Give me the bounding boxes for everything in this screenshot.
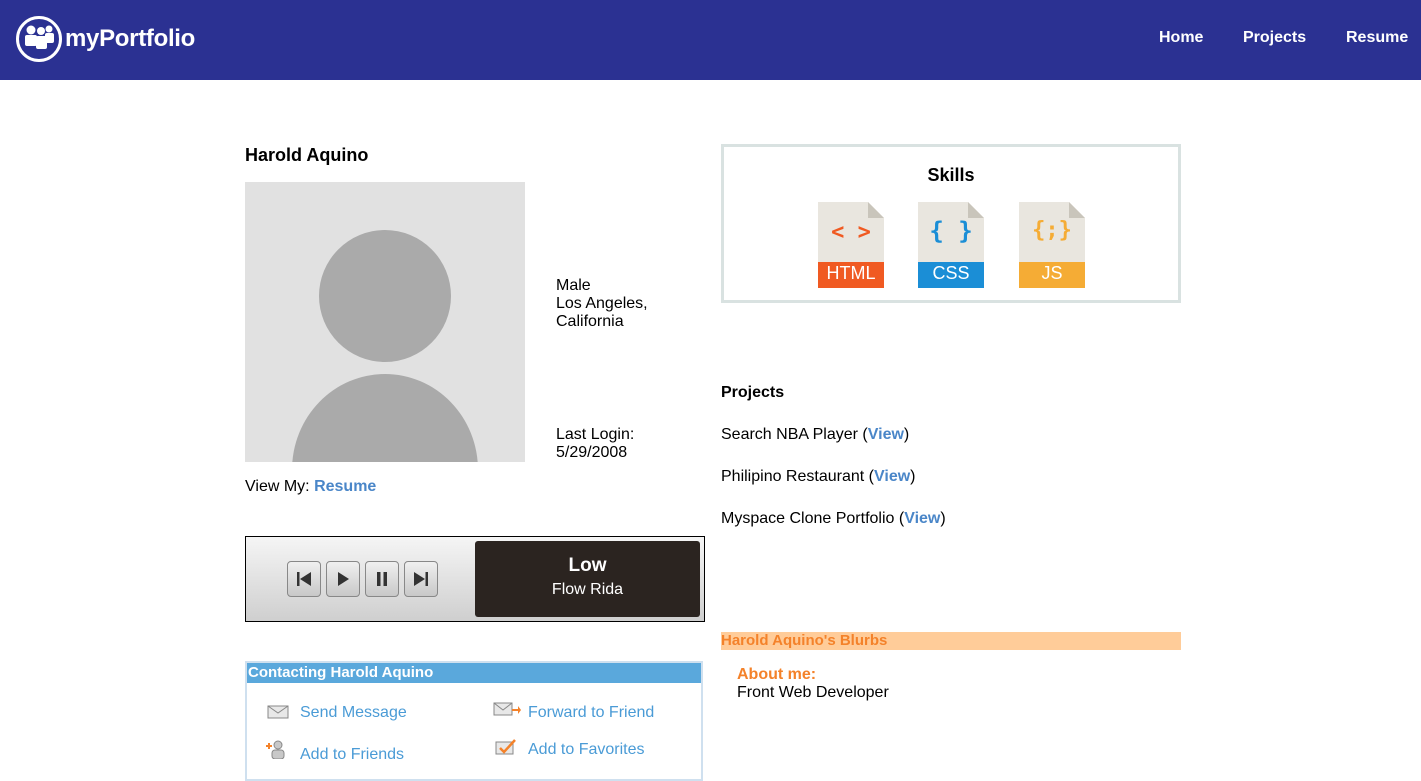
html-label: HTML (826, 263, 876, 283)
play-icon[interactable] (326, 561, 360, 597)
project-view-link[interactable]: View (874, 468, 910, 485)
project-item: Philipino Restaurant (View) (721, 468, 916, 485)
navbar: myPortfolio Home Projects Resume (0, 0, 1421, 80)
about-me-text: Front Web Developer (737, 684, 889, 701)
html-symbol: < > (831, 220, 871, 245)
resume-link[interactable]: Resume (314, 478, 376, 495)
previous-icon[interactable] (287, 561, 321, 597)
profile-gender: Male (556, 277, 591, 294)
song-artist: Flow Rida (551, 581, 624, 598)
project-view-link[interactable]: View (868, 426, 904, 443)
people-logo-icon (16, 16, 62, 62)
about-me-label: About me: (737, 666, 817, 683)
profile-city: Los Angeles, (556, 295, 648, 312)
css-file-icon: { } CSS (918, 202, 984, 288)
add-to-friends-link[interactable]: Add to Friends (300, 746, 404, 764)
js-label: JS (1041, 263, 1063, 283)
project-name: Philipino Restaurant (721, 468, 865, 485)
send-message-link[interactable]: Send Message (300, 704, 407, 722)
projects-title: Projects (721, 384, 785, 401)
js-symbol: {;} (1032, 218, 1072, 243)
song-title: Low (568, 555, 607, 576)
js-file-icon: {;} JS (1019, 202, 1085, 288)
profile-name: Harold Aquino (245, 145, 369, 165)
view-my-label: View My: (245, 478, 310, 495)
profile-state: California (556, 313, 624, 330)
project-item: Myspace Clone Portfolio (View) (721, 510, 946, 527)
forward-to-friend-link[interactable]: Forward to Friend (528, 704, 654, 722)
skills-box: Skills < > HTML { } CSS {;} JS (721, 144, 1181, 303)
nav-resume-link[interactable]: Resume (1346, 29, 1408, 47)
forward-envelope-icon (493, 701, 521, 722)
css-label: CSS (932, 263, 970, 283)
brand-name: myPortfolio (65, 25, 196, 52)
avatar-placeholder-icon (292, 230, 478, 462)
contact-box: Contacting Harold Aquino Send Message Fo… (245, 661, 703, 781)
envelope-icon (267, 705, 291, 724)
project-name: Search NBA Player (721, 426, 858, 443)
add-friend-icon (265, 739, 287, 764)
next-icon[interactable] (404, 561, 438, 597)
view-my: View My: Resume (245, 478, 376, 496)
add-to-favorites-link[interactable]: Add to Favorites (528, 741, 645, 759)
last-login-label: Last Login: (556, 426, 635, 443)
pause-icon[interactable] (365, 561, 399, 597)
profile-details: Male Los Angeles, California (556, 277, 648, 331)
blurbs-title: Harold Aquino's Blurbs (721, 632, 1181, 650)
project-name: Myspace Clone Portfolio (721, 510, 895, 527)
now-playing: Low Flow Rida (475, 541, 700, 617)
nav-projects-link[interactable]: Projects (1243, 29, 1306, 47)
profile-photo (245, 182, 525, 462)
skills-title: Skills (927, 165, 975, 185)
project-item: Search NBA Player (View) (721, 426, 910, 443)
nav-home-link[interactable]: Home (1159, 29, 1203, 47)
brand-link[interactable]: myPortfolio (16, 14, 195, 64)
contact-title: Contacting Harold Aquino (247, 663, 701, 683)
css-symbol: { } (929, 217, 973, 245)
project-view-link[interactable]: View (904, 510, 940, 527)
last-login-date: 5/29/2008 (556, 444, 628, 461)
music-player: Low Flow Rida (245, 536, 705, 622)
html-file-icon: < > HTML (818, 202, 884, 288)
last-login: Last Login: 5/29/2008 (556, 426, 634, 462)
add-favorite-icon (495, 739, 517, 760)
